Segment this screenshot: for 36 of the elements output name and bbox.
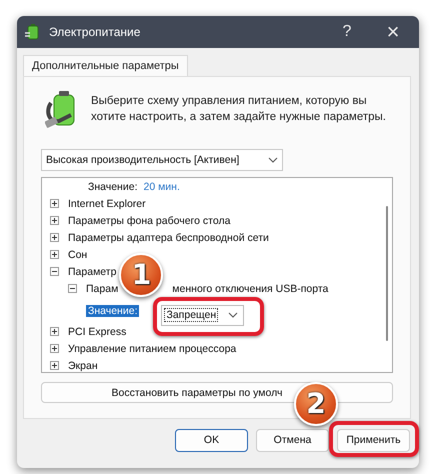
value-label[interactable]: Значение: (86, 180, 140, 192)
tree-item[interactable]: Парам (86, 282, 118, 294)
plan-dropdown[interactable]: Высокая производительность [Активен] (41, 149, 283, 171)
value-text: 20 мин. (143, 180, 180, 192)
expand-icon[interactable] (50, 344, 59, 353)
expand-icon[interactable] (50, 250, 59, 259)
ok-button[interactable]: OK (175, 428, 248, 452)
close-button[interactable]: × (373, 19, 413, 45)
tree-item[interactable]: Параметр (68, 266, 116, 278)
instruction-text: Выберите схему управления питанием, которую вы хотите настроить, а затем задайте нужные параметры. (91, 94, 387, 125)
expand-icon[interactable] (50, 233, 59, 242)
expand-icon[interactable] (50, 361, 59, 370)
chevron-down-icon (228, 312, 238, 318)
chevron-down-icon (268, 157, 278, 163)
collapse-icon[interactable] (68, 284, 77, 293)
expand-icon[interactable] (50, 199, 59, 208)
tree-item[interactable]: менного отключения USB-порта (172, 282, 328, 294)
tree-item[interactable]: Экран (68, 360, 98, 372)
collapse-icon[interactable] (50, 267, 59, 276)
expand-icon[interactable] (50, 327, 59, 336)
window-title: Электропитание (49, 25, 140, 39)
expand-icon[interactable] (50, 216, 59, 225)
tree-item[interactable]: Сон (68, 248, 88, 260)
tree-item[interactable]: Управление питанием процессора (68, 342, 236, 354)
value-label[interactable]: Значение: (86, 305, 140, 317)
tree-item[interactable]: PCI Express (68, 326, 126, 338)
number-badge: 1 (119, 252, 164, 296)
tab[interactable]: Дополнительные параметры (23, 55, 188, 76)
dialog-button[interactable]: Применить (337, 428, 410, 452)
tree-item[interactable]: Internet Explorer (68, 198, 146, 210)
dialog-button[interactable]: Отмена (256, 428, 329, 452)
value-dropdown[interactable]: Запрещен (161, 304, 244, 326)
help-button[interactable]: ? (327, 23, 367, 41)
tree-item[interactable]: Параметры адаптера беспроводной сети (68, 232, 269, 244)
scrollbar-thumb[interactable] (386, 206, 388, 341)
tree-item[interactable]: Параметры фона рабочего стола (68, 214, 230, 226)
